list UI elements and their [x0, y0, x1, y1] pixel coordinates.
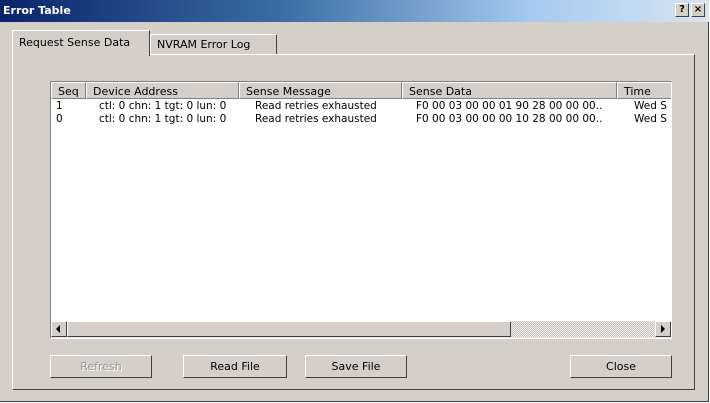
horizontal-scrollbar[interactable]	[51, 321, 671, 338]
scroll-track[interactable]	[511, 321, 655, 337]
tab-request-sense-data[interactable]: Request Sense Data	[12, 30, 150, 56]
save-file-button[interactable]: Save File	[305, 355, 407, 378]
column-header-time[interactable]: Time	[617, 82, 671, 99]
refresh-button[interactable]: Refresh	[50, 355, 152, 378]
cell-time: Wed S	[634, 113, 667, 125]
scroll-thumb[interactable]	[67, 321, 511, 337]
cell-sense-message: Read retries exhausted	[255, 100, 377, 112]
cell-sense-data: F0 00 03 00 00 00 10 28 00 00 00..	[416, 113, 603, 125]
error-list-view[interactable]: Seq Device Address Sense Message Sense D…	[50, 81, 672, 339]
cell-sense-message: Read retries exhausted	[255, 113, 377, 125]
read-file-button[interactable]: Read File	[183, 355, 287, 378]
cell-device-address: ctl: 0 chn: 1 tgt: 0 lun: 0	[99, 113, 227, 125]
column-header-device-address[interactable]: Device Address	[86, 82, 239, 99]
close-button[interactable]: Close	[570, 355, 672, 378]
cell-sense-data: F0 00 03 00 00 01 90 28 00 00 00..	[416, 100, 603, 112]
scroll-left-arrow-icon[interactable]	[51, 321, 67, 337]
column-header-sense-data[interactable]: Sense Data	[402, 82, 617, 99]
error-table-window: Error Table ? × Request Sense Data NVRAM…	[0, 0, 709, 402]
column-header-seq[interactable]: Seq	[51, 82, 86, 99]
column-header-sense-message[interactable]: Sense Message	[239, 82, 402, 99]
title-bar[interactable]: Error Table ? ×	[0, 0, 709, 22]
cell-device-address: ctl: 0 chn: 1 tgt: 0 lun: 0	[99, 100, 227, 112]
tab-nvram-error-log[interactable]: NVRAM Error Log	[150, 34, 277, 54]
window-close-button[interactable]: ×	[691, 3, 705, 17]
list-header: Seq Device Address Sense Message Sense D…	[51, 82, 671, 99]
cell-seq: 0	[56, 113, 63, 125]
cell-seq: 1	[56, 100, 63, 112]
table-row[interactable]: 1 ctl: 0 chn: 1 tgt: 0 lun: 0 Read retri…	[51, 100, 671, 113]
cell-time: Wed S	[634, 100, 667, 112]
help-button[interactable]: ?	[675, 3, 689, 17]
scroll-right-arrow-icon[interactable]	[655, 321, 671, 337]
window-title: Error Table	[3, 4, 71, 17]
table-row[interactable]: 0 ctl: 0 chn: 1 tgt: 0 lun: 0 Read retri…	[51, 113, 671, 126]
